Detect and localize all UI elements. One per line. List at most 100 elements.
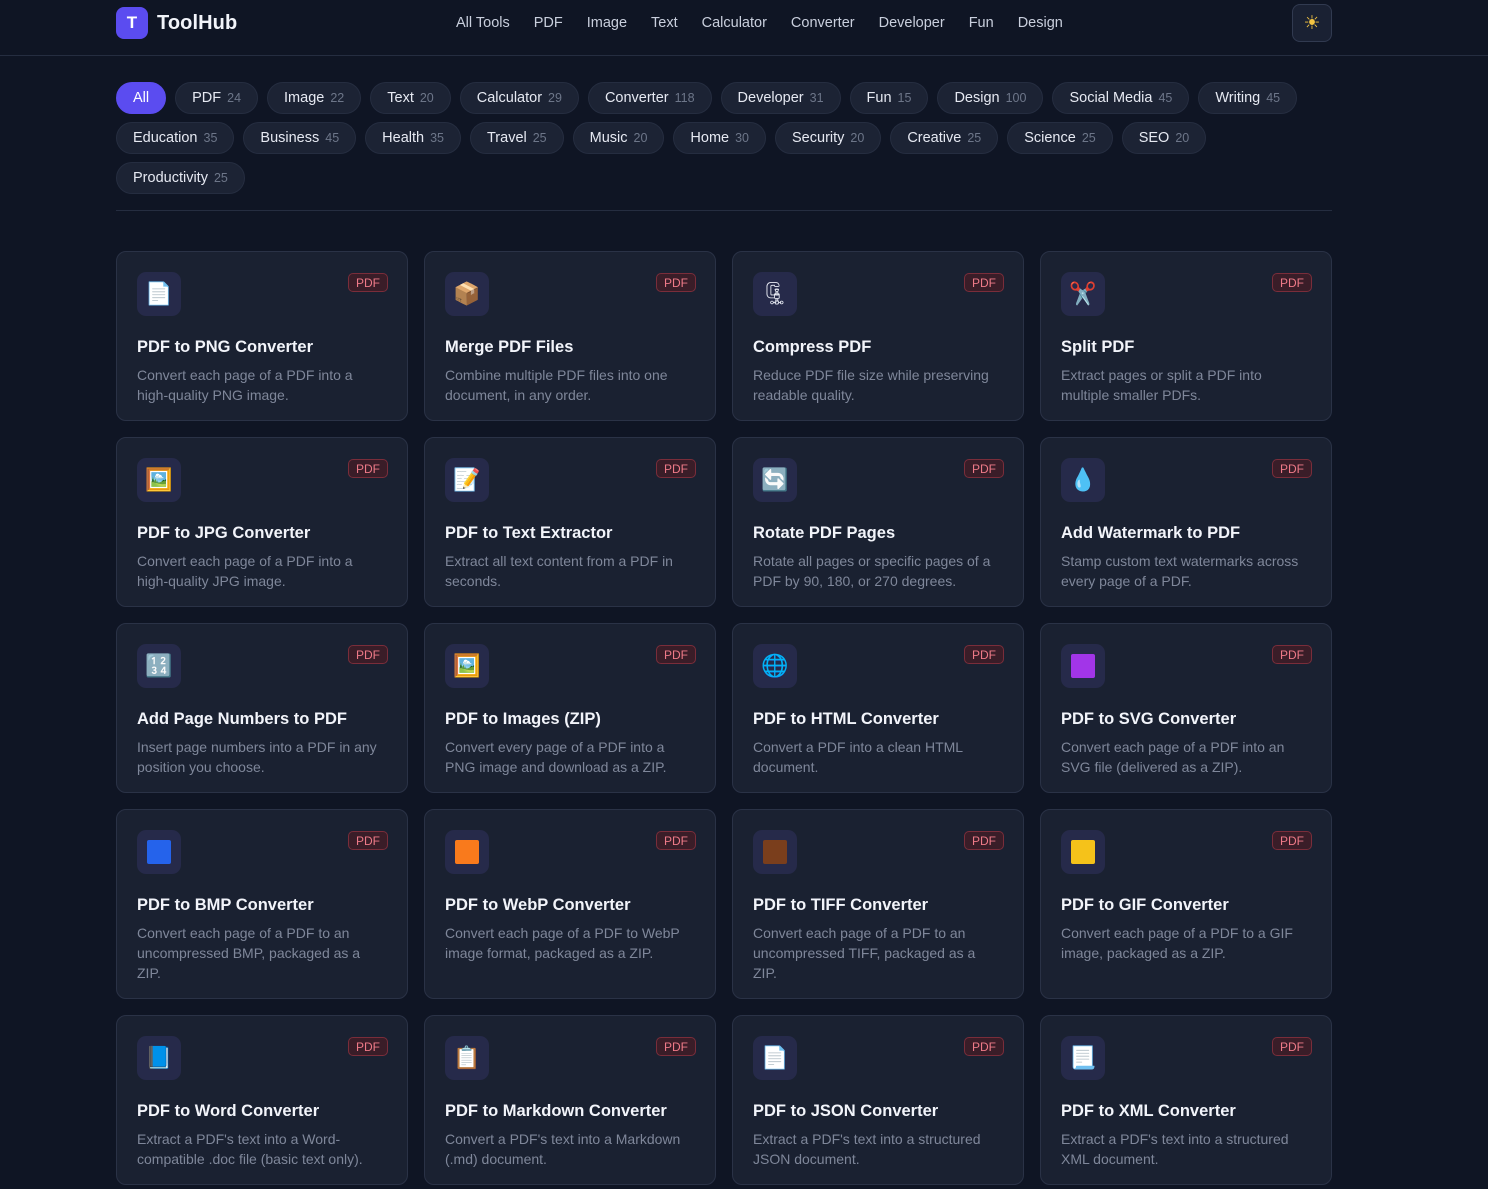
tool-card[interactable]: 🖼️ PDF PDF to Images (ZIP) Convert every pa… <box>424 623 716 793</box>
globe-icon: 🌐 <box>753 644 797 688</box>
category-pill-productivity[interactable]: Productivity 25 <box>116 162 245 194</box>
category-label: Fun <box>866 90 892 106</box>
tool-title: PDF to TIFF Converter <box>753 896 929 914</box>
tool-description: Rotate all pages or specific pages of a … <box>753 553 991 589</box>
category-label: Business <box>260 130 320 146</box>
nav-link-design[interactable]: Design <box>1006 15 1075 31</box>
tool-description: Stamp custom text watermarks across ever… <box>1061 553 1299 589</box>
category-badge: PDF <box>656 1037 696 1056</box>
category-count: 25 <box>967 131 982 145</box>
tool-card[interactable]: 📘 PDF PDF to Word Converter Extract a PDF's… <box>116 1015 408 1185</box>
tool-card[interactable]: 📝 PDF PDF to Text Extractor Extract all tex… <box>424 437 716 607</box>
tool-description: Extract a PDF's text into a Word-compati… <box>137 1131 363 1167</box>
category-pill-seo[interactable]: SEO 20 <box>1121 122 1207 154</box>
category-label: Social Media <box>1069 90 1153 106</box>
page-icon: 📄 <box>753 1036 797 1080</box>
tool-title: PDF to WebP Converter <box>445 896 631 914</box>
nav-link-image[interactable]: Image <box>575 15 639 31</box>
category-pill-business[interactable]: Business 45 <box>243 122 357 154</box>
category-count: 100 <box>1005 91 1027 105</box>
category-badge: PDF <box>656 459 696 478</box>
category-badge: PDF <box>348 459 388 478</box>
tool-title: PDF to JPG Converter <box>137 524 311 542</box>
category-badge: PDF <box>964 459 1004 478</box>
tool-card[interactable]: 📃 PDF PDF to XML Converter Extract a PDF's … <box>1040 1015 1332 1185</box>
tool-card[interactable]: 🔄 PDF Rotate PDF Pages Rotate all pages or … <box>732 437 1024 607</box>
category-pill-calculator[interactable]: Calculator 29 <box>459 82 579 114</box>
category-pill-pdf[interactable]: PDF 24 <box>175 82 259 114</box>
category-pill-travel[interactable]: Travel 25 <box>469 122 564 154</box>
category-badge: PDF <box>348 831 388 850</box>
nav-link-pdf[interactable]: PDF <box>522 15 575 31</box>
category-label: Travel <box>486 130 527 146</box>
tool-description: Convert each page of a PDF into an SVG f… <box>1061 739 1285 775</box>
category-label: Health <box>382 130 425 146</box>
tool-card[interactable]: 📄 PDF PDF to PNG Converter Convert each pag… <box>116 251 408 421</box>
tool-title: PDF to XML Converter <box>1061 1102 1236 1120</box>
category-label: PDF <box>192 90 222 106</box>
tool-card[interactable]: 🔢 PDF Add Page Numbers to PDF Insert page n… <box>116 623 408 793</box>
category-pill-developer[interactable]: Developer 31 <box>720 82 841 114</box>
category-pill-all[interactable]: All <box>116 82 167 114</box>
scroll-icon: 📃 <box>1061 1036 1105 1080</box>
tool-card[interactable]: PDF PDF to WebP Converter Convert each pag… <box>424 809 716 999</box>
tool-title: Compress PDF <box>753 338 872 356</box>
tool-card[interactable]: PDF PDF to TIFF Converter Convert each pag… <box>732 809 1024 999</box>
category-label: Security <box>792 130 845 146</box>
yellow-square-icon <box>1061 830 1105 874</box>
tool-card[interactable]: 🌐 PDF PDF to HTML Converter Convert a PDF i… <box>732 623 1024 793</box>
category-pill-health[interactable]: Health 35 <box>365 122 461 154</box>
logo[interactable]: T ToolHub <box>116 7 237 39</box>
category-badge: PDF <box>1272 459 1312 478</box>
nav-link-fun[interactable]: Fun <box>957 15 1006 31</box>
tool-card[interactable]: PDF PDF to BMP Converter Convert each page… <box>116 809 408 999</box>
tool-card[interactable]: ✂️ PDF Split PDF Extract pages or split a P… <box>1040 251 1332 421</box>
tool-title: Rotate PDF Pages <box>753 524 896 542</box>
theme-toggle-button[interactable]: ☀ <box>1292 4 1332 42</box>
category-pill-education[interactable]: Education 35 <box>116 122 235 154</box>
category-label: Design <box>954 90 1000 106</box>
tool-description: Convert a PDF's text into a Markdown (.m… <box>445 1131 681 1167</box>
category-count: 25 <box>213 171 228 185</box>
category-pill-image[interactable]: Image 22 <box>267 82 362 114</box>
tool-title: PDF to SVG Converter <box>1061 710 1237 728</box>
category-count: 30 <box>735 131 750 145</box>
tool-card[interactable]: 📦 PDF Merge PDF Files Combine multiple PDF … <box>424 251 716 421</box>
color-swatch <box>455 840 479 864</box>
nav-link-text[interactable]: Text <box>639 15 690 31</box>
nav-link-converter[interactable]: Converter <box>779 15 867 31</box>
tool-card[interactable]: PDF PDF to GIF Converter Convert each page… <box>1040 809 1332 999</box>
category-pill-fun[interactable]: Fun 15 <box>849 82 929 114</box>
picture-icon: 🖼️ <box>137 458 181 502</box>
category-pill-text[interactable]: Text 20 <box>370 82 451 114</box>
tool-card[interactable]: 📋 PDF PDF to Markdown Converter Convert a P… <box>424 1015 716 1185</box>
category-pill-creative[interactable]: Creative 25 <box>890 122 999 154</box>
tool-description: Insert page numbers into a PDF in any po… <box>137 739 377 775</box>
category-count: 25 <box>1081 131 1096 145</box>
category-label: Writing <box>1215 90 1261 106</box>
tool-card[interactable]: 🗜 PDF Compress PDF Reduce PDF file size whi… <box>732 251 1024 421</box>
tool-card[interactable]: PDF PDF to SVG Converter Convert each page… <box>1040 623 1332 793</box>
category-pill-science[interactable]: Science 25 <box>1007 122 1113 154</box>
category-label: Productivity <box>133 170 208 186</box>
category-pill-design[interactable]: Design 100 <box>937 82 1044 114</box>
category-label: All <box>133 90 150 106</box>
category-pill-writing[interactable]: Writing 45 <box>1198 82 1298 114</box>
category-label: Education <box>133 130 198 146</box>
category-pill-social-media[interactable]: Social Media 45 <box>1052 82 1190 114</box>
package-icon: 📦 <box>445 272 489 316</box>
nav-link-developer[interactable]: Developer <box>867 15 957 31</box>
category-pill-home[interactable]: Home 30 <box>673 122 767 154</box>
nav-link-all-tools[interactable]: All Tools <box>444 15 522 31</box>
droplet-icon: 💧 <box>1061 458 1105 502</box>
tool-card[interactable]: 📄 PDF PDF to JSON Converter Extract a PDF's… <box>732 1015 1024 1185</box>
category-pill-converter[interactable]: Converter 118 <box>587 82 712 114</box>
category-count: 20 <box>1175 131 1190 145</box>
category-pill-security[interactable]: Security 20 <box>775 122 882 154</box>
tool-card[interactable]: 💧 PDF Add Watermark to PDF Stamp custom tex… <box>1040 437 1332 607</box>
category-label: SEO <box>1138 130 1170 146</box>
category-pill-music[interactable]: Music 20 <box>572 122 665 154</box>
blue-square-icon <box>137 830 181 874</box>
nav-link-calculator[interactable]: Calculator <box>690 15 779 31</box>
tool-card[interactable]: 🖼️ PDF PDF to JPG Converter Convert each pa… <box>116 437 408 607</box>
